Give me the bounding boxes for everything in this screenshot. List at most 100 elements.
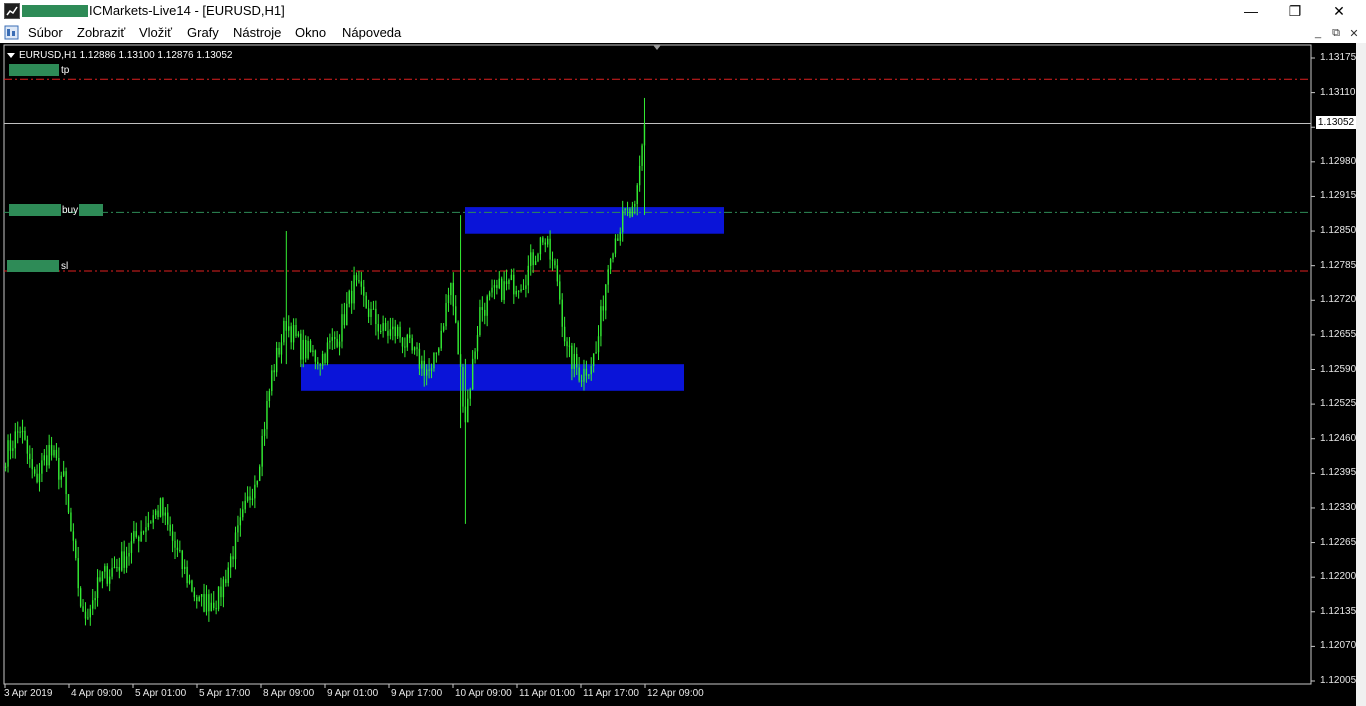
candle-body xyxy=(455,306,457,323)
candle-body xyxy=(399,326,401,338)
candle-body xyxy=(326,342,329,363)
candle-body xyxy=(268,391,271,401)
candle-body xyxy=(440,330,442,349)
candle-body xyxy=(217,586,220,610)
candle-body xyxy=(106,566,108,584)
candle-body xyxy=(36,473,38,483)
candle-body xyxy=(566,341,568,347)
candle-body xyxy=(48,444,50,466)
candle-body xyxy=(334,337,336,339)
candle-body xyxy=(471,358,474,390)
candle-body xyxy=(251,498,254,501)
candle-body xyxy=(183,566,186,569)
candle-body xyxy=(619,232,621,241)
candle-body xyxy=(55,449,58,458)
candle-body xyxy=(99,577,101,582)
candle-body xyxy=(634,204,636,207)
tp-line-label: tp xyxy=(61,65,70,76)
candle-body xyxy=(266,400,268,430)
candle-body xyxy=(169,524,171,532)
candle-body xyxy=(459,354,462,368)
collapse-triangle-icon[interactable] xyxy=(7,52,15,58)
mdi-minimize-button[interactable]: _ xyxy=(1310,26,1326,40)
candle-body xyxy=(590,366,592,375)
candle-body xyxy=(152,515,154,523)
app-icon[interactable] xyxy=(4,3,20,19)
price-chart[interactable] xyxy=(0,43,1366,706)
candle-body xyxy=(60,475,62,480)
redacted-buy-value xyxy=(9,204,61,216)
price-axis-label: 1.13175 xyxy=(1320,52,1357,63)
menu-window[interactable]: Okno xyxy=(295,25,326,40)
candle-body xyxy=(275,347,278,373)
candle-body xyxy=(193,591,196,598)
candle-body xyxy=(84,611,87,619)
candle-body xyxy=(203,594,205,612)
chart-window[interactable] xyxy=(0,43,1366,706)
candle-body xyxy=(50,444,53,456)
candle-body xyxy=(438,348,440,353)
minimize-button[interactable]: — xyxy=(1228,0,1274,22)
candle-body xyxy=(191,580,193,592)
candle-body xyxy=(343,314,346,326)
candle-body xyxy=(525,285,527,289)
candle-body xyxy=(394,326,396,337)
candle-body xyxy=(43,455,46,461)
candle-body xyxy=(433,352,435,369)
candle-body xyxy=(147,523,150,528)
candle-body xyxy=(588,374,590,376)
menu-tools[interactable]: Nástroje xyxy=(233,25,281,40)
candle-body xyxy=(317,361,319,365)
time-axis-label: 11 Apr 01:00 xyxy=(519,688,575,699)
candle-body xyxy=(70,512,72,532)
menu-view[interactable]: Zobraziť xyxy=(77,25,125,40)
candle-body xyxy=(297,333,300,337)
mdi-restore-button[interactable]: ⧉ xyxy=(1328,26,1344,40)
candle-body xyxy=(363,286,365,296)
candle-body xyxy=(542,237,544,243)
chart-window-icon[interactable] xyxy=(4,25,19,40)
candle-body xyxy=(213,602,215,609)
candle-body xyxy=(491,287,493,293)
menu-help[interactable]: Nápoveda xyxy=(342,25,401,40)
menu-file[interactable]: Súbor xyxy=(28,25,63,40)
time-axis-label: 5 Apr 01:00 xyxy=(135,688,187,699)
candle-body xyxy=(532,252,534,266)
candle-body xyxy=(396,326,399,337)
candle-body xyxy=(72,531,75,541)
candle-body xyxy=(159,498,162,517)
current-price-box: 1.13052 xyxy=(1316,116,1356,129)
candle-body xyxy=(617,238,619,241)
candle-body xyxy=(409,334,411,339)
candle-body xyxy=(200,594,203,597)
candle-body xyxy=(273,370,275,373)
menu-charts[interactable]: Grafy xyxy=(187,25,219,40)
mdi-close-button[interactable]: ✕ xyxy=(1346,26,1362,40)
close-button[interactable]: ✕ xyxy=(1316,0,1362,22)
time-axis-label: 8 Apr 09:00 xyxy=(263,688,315,699)
restore-button[interactable]: ❐ xyxy=(1272,0,1318,22)
candle-body xyxy=(154,510,157,516)
candle-body xyxy=(41,460,43,474)
support-resistance-zone xyxy=(301,364,684,391)
candle-body xyxy=(89,608,91,618)
candle-body xyxy=(377,324,379,332)
candle-body xyxy=(624,208,626,211)
menu-insert[interactable]: Vložiť xyxy=(139,25,172,40)
candle-body xyxy=(302,339,304,360)
candle-body xyxy=(452,282,454,307)
price-axis-label: 1.12525 xyxy=(1320,398,1357,410)
candle-body xyxy=(62,471,65,476)
candle-body xyxy=(280,342,283,355)
candle-body xyxy=(142,531,145,533)
candle-body xyxy=(583,368,585,382)
candle-body xyxy=(234,532,237,560)
price-axis-label: 1.12070 xyxy=(1320,640,1357,652)
candle-body xyxy=(176,547,179,551)
candle-body xyxy=(188,580,191,584)
price-axis-label: 1.12850 xyxy=(1320,225,1357,237)
candle-body xyxy=(254,484,256,499)
candle-body xyxy=(457,322,459,355)
candle-body xyxy=(58,457,60,480)
candle-body xyxy=(225,579,227,584)
